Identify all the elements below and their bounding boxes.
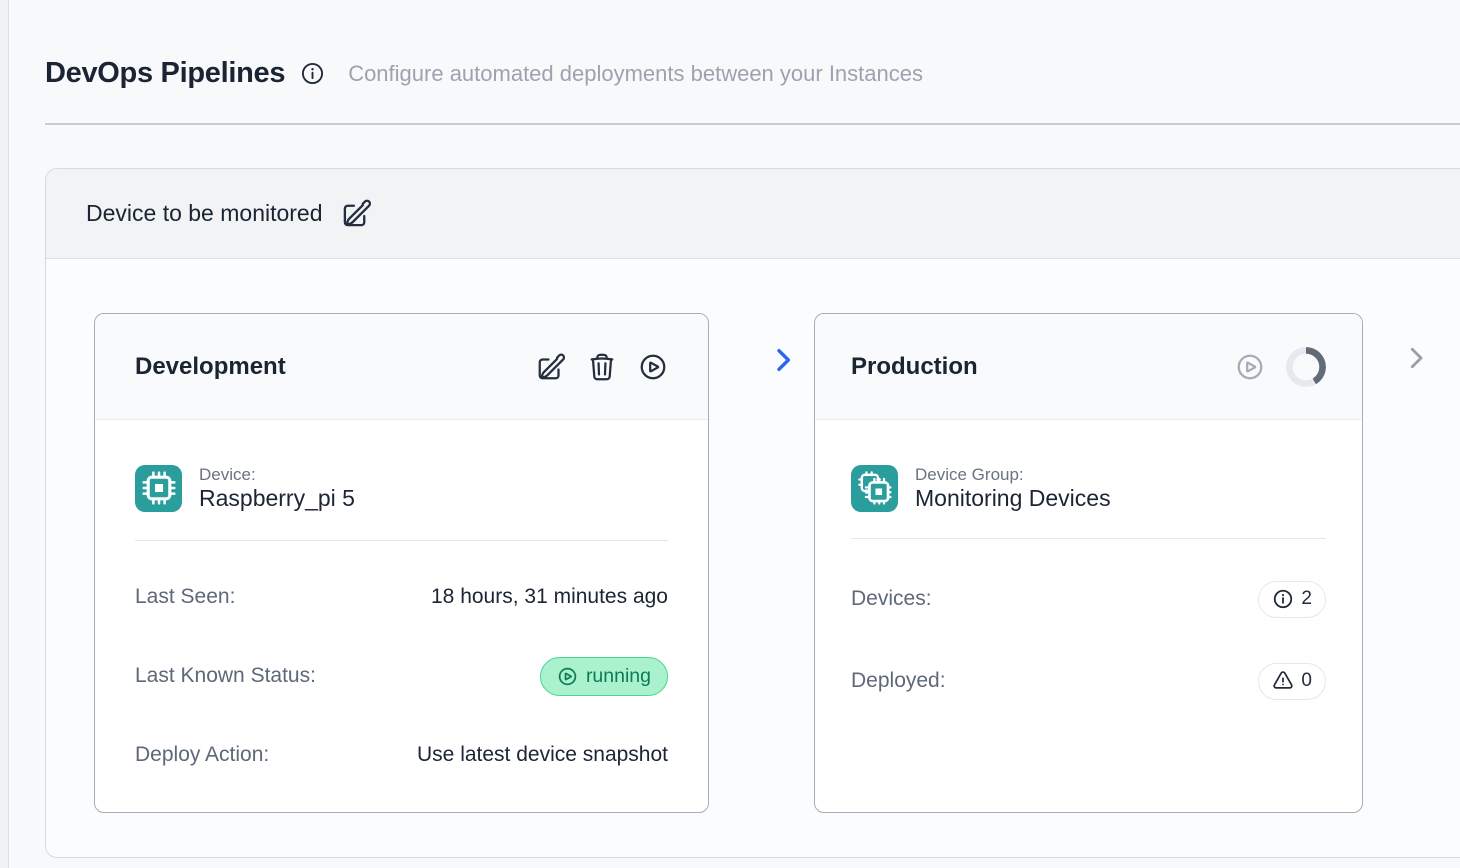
deployed-count-badge[interactable]: 0 bbox=[1258, 663, 1326, 700]
play-icon bbox=[1235, 352, 1265, 382]
deployed-row: Deployed: 0 bbox=[851, 658, 1326, 704]
play-circle-icon bbox=[557, 666, 578, 687]
deployed-label: Deployed: bbox=[851, 669, 946, 693]
pipeline-panel: Device to be monitored Development bbox=[45, 168, 1460, 858]
status-row: Last Known Status: running bbox=[135, 653, 668, 699]
development-actions bbox=[536, 352, 668, 382]
production-details: Devices: 2 Deployed: bbox=[851, 576, 1326, 704]
development-details: Last Seen: 18 hours, 31 minutes ago Last… bbox=[135, 574, 668, 778]
devices-label: Devices: bbox=[851, 587, 932, 611]
status-value: running bbox=[586, 665, 651, 688]
device-name: Raspberry_pi 5 bbox=[199, 485, 355, 512]
edit-icon bbox=[536, 352, 566, 382]
production-card-header: Production bbox=[815, 314, 1362, 420]
production-stage-card: Production bbox=[814, 313, 1363, 813]
info-circle-icon bbox=[1272, 588, 1294, 610]
production-card-body: Device Group: Monitoring Devices Devices… bbox=[815, 464, 1362, 704]
development-card-body: Device: Raspberry_pi 5 Last Seen: 18 hou… bbox=[95, 464, 708, 778]
device-group-row: Device Group: Monitoring Devices bbox=[851, 464, 1326, 512]
cpu-chip-icon bbox=[135, 465, 182, 512]
development-stage-card: Development bbox=[94, 313, 709, 813]
device-group-label: Device Group: bbox=[915, 464, 1111, 485]
deploy-action-row: Deploy Action: Use latest device snapsho… bbox=[135, 732, 668, 778]
device-info: Device: Raspberry_pi 5 bbox=[199, 464, 355, 512]
status-label: Last Known Status: bbox=[135, 664, 316, 688]
devices-count: 2 bbox=[1301, 588, 1312, 610]
delete-stage-button[interactable] bbox=[587, 352, 617, 382]
warning-triangle-icon bbox=[1272, 670, 1294, 692]
last-seen-label: Last Seen: bbox=[135, 585, 235, 609]
development-title: Development bbox=[135, 353, 536, 381]
loading-spinner bbox=[1286, 347, 1326, 387]
next-stage-chevron-icon[interactable] bbox=[1401, 343, 1431, 373]
trash-icon bbox=[587, 352, 617, 382]
devices-row: Devices: 2 bbox=[851, 576, 1326, 622]
device-row: Device: Raspberry_pi 5 bbox=[135, 464, 668, 512]
production-actions bbox=[1235, 347, 1326, 387]
device-group-icon bbox=[851, 465, 898, 512]
run-stage-button[interactable] bbox=[638, 352, 668, 382]
edit-stage-button[interactable] bbox=[536, 352, 566, 382]
status-badge: running bbox=[540, 657, 668, 696]
production-title: Production bbox=[851, 353, 1235, 381]
pipeline-panel-header: Device to be monitored bbox=[46, 169, 1460, 259]
deploy-action-label: Deploy Action: bbox=[135, 743, 269, 767]
page-title: DevOps Pipelines bbox=[45, 57, 285, 90]
last-seen-value: 18 hours, 31 minutes ago bbox=[431, 585, 668, 609]
deployed-count: 0 bbox=[1301, 670, 1312, 692]
deploy-action-value: Use latest device snapshot bbox=[417, 743, 668, 767]
pipeline-title: Device to be monitored bbox=[86, 200, 323, 227]
device-label: Device: bbox=[199, 464, 355, 485]
info-icon[interactable] bbox=[300, 61, 325, 86]
card-divider bbox=[851, 538, 1326, 539]
pipeline-flow-arrow-icon bbox=[767, 344, 799, 376]
device-group-name: Monitoring Devices bbox=[915, 485, 1111, 512]
play-icon bbox=[638, 352, 668, 382]
last-seen-row: Last Seen: 18 hours, 31 minutes ago bbox=[135, 574, 668, 620]
development-card-header: Development bbox=[95, 314, 708, 420]
header-divider bbox=[45, 123, 1460, 125]
devices-count-badge[interactable]: 2 bbox=[1258, 581, 1326, 618]
edit-icon bbox=[341, 198, 372, 229]
device-group-info: Device Group: Monitoring Devices bbox=[915, 464, 1111, 512]
run-stage-button-disabled[interactable] bbox=[1235, 352, 1265, 382]
left-edge-divider bbox=[0, 0, 9, 868]
page-subtitle: Configure automated deployments between … bbox=[348, 61, 923, 87]
edit-pipeline-button[interactable] bbox=[341, 198, 372, 229]
card-divider bbox=[135, 540, 668, 541]
page-header: DevOps Pipelines Configure automated dep… bbox=[45, 57, 923, 90]
